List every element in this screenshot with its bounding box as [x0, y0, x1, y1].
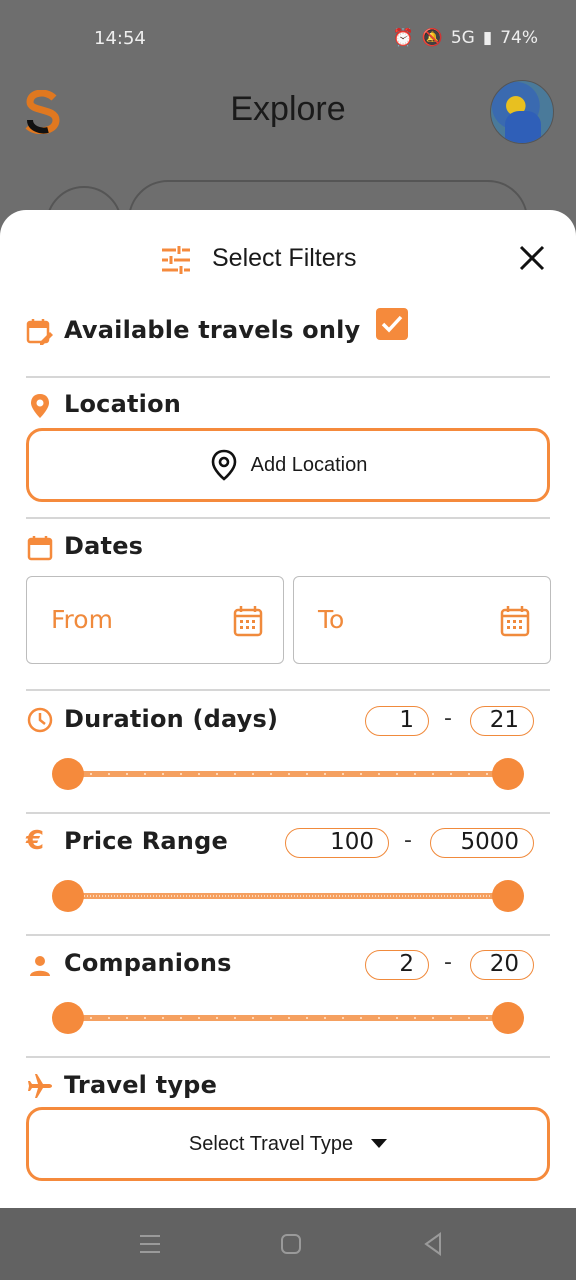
location-outline-icon: [211, 449, 236, 481]
to-date-placeholder: To: [318, 605, 345, 634]
price-slider-min-thumb[interactable]: [52, 880, 84, 912]
to-date-field[interactable]: To: [293, 576, 551, 664]
range-separator: -: [444, 950, 452, 975]
home-icon[interactable]: [275, 1228, 307, 1260]
price-slider[interactable]: [52, 879, 524, 913]
sheet-header: Select Filters: [0, 240, 576, 280]
battery-level: 74%: [500, 28, 538, 48]
close-icon[interactable]: [516, 242, 548, 274]
app-bar: Explore: [0, 76, 576, 176]
filter-icon: [162, 246, 190, 274]
location-label: Location: [64, 390, 182, 418]
travel-type-label: Travel type: [64, 1071, 218, 1099]
menu-icon[interactable]: [134, 1228, 166, 1260]
add-location-button[interactable]: Add Location: [26, 428, 550, 502]
location-pin-icon: [31, 394, 49, 418]
duration-max-input[interactable]: 21: [470, 706, 534, 736]
available-checkbox[interactable]: [376, 308, 408, 340]
companions-min-input[interactable]: 2: [365, 950, 429, 980]
add-location-label: Add Location: [250, 453, 368, 476]
duration-slider-max-thumb[interactable]: [492, 758, 524, 790]
duration-slider-min-thumb[interactable]: [52, 758, 84, 790]
status-time: 14:54: [94, 28, 146, 49]
dropdown-arrow-icon: [371, 1139, 388, 1148]
clock-icon: [27, 707, 53, 733]
price-min-input[interactable]: 100: [285, 828, 389, 858]
check-icon: [381, 315, 403, 333]
divider: [26, 689, 550, 691]
price-max-input[interactable]: 5000: [430, 828, 534, 858]
calendar-icon: [500, 606, 530, 637]
calendar-icon: [27, 536, 53, 561]
from-date-placeholder: From: [51, 605, 113, 634]
filter-sheet: Select Filters Available travels only Lo…: [0, 210, 576, 1208]
from-date-field[interactable]: From: [26, 576, 284, 664]
divider: [26, 1056, 550, 1058]
mute-icon: 🔕: [421, 28, 443, 48]
status-bar: 14:54 ⏰ 🔕 5G ▮ 74%: [0, 0, 576, 76]
travel-type-select[interactable]: Select Travel Type: [26, 1107, 550, 1181]
range-separator: -: [444, 706, 452, 731]
calendar-icon: [233, 606, 263, 637]
duration-label: Duration (days): [64, 705, 279, 733]
dates-label: Dates: [64, 532, 144, 560]
euro-icon: €: [26, 826, 45, 856]
available-label: Available travels only: [64, 316, 361, 344]
duration-slider[interactable]: [52, 757, 524, 791]
range-separator: -: [404, 828, 412, 853]
divider: [26, 812, 550, 814]
companions-max-input[interactable]: 20: [470, 950, 534, 980]
divider: [26, 376, 550, 378]
signal-5g: 5G: [450, 28, 475, 48]
alarm-icon: ⏰: [392, 28, 414, 48]
airplane-icon: [28, 1074, 52, 1098]
divider: [26, 934, 550, 936]
person-icon: [30, 956, 50, 976]
companions-slider-max-thumb[interactable]: [492, 1002, 524, 1034]
battery-icon: ▮: [482, 28, 493, 48]
companions-slider[interactable]: [52, 1001, 524, 1035]
price-label: Price Range: [64, 827, 228, 855]
calendar-edit-icon: [26, 319, 53, 345]
companions-label: Companions: [64, 949, 232, 977]
system-nav-bar: [0, 1208, 576, 1280]
back-icon[interactable]: [418, 1228, 450, 1260]
status-icons: ⏰ 🔕 5G ▮ 74%: [393, 28, 539, 48]
companions-slider-min-thumb[interactable]: [52, 1002, 84, 1034]
divider: [26, 517, 550, 519]
avatar[interactable]: [490, 80, 554, 144]
travel-type-select-label: Select Travel Type: [188, 1132, 354, 1155]
sheet-title: Select Filters: [212, 244, 357, 272]
duration-min-input[interactable]: 1: [365, 706, 429, 736]
price-slider-max-thumb[interactable]: [492, 880, 524, 912]
